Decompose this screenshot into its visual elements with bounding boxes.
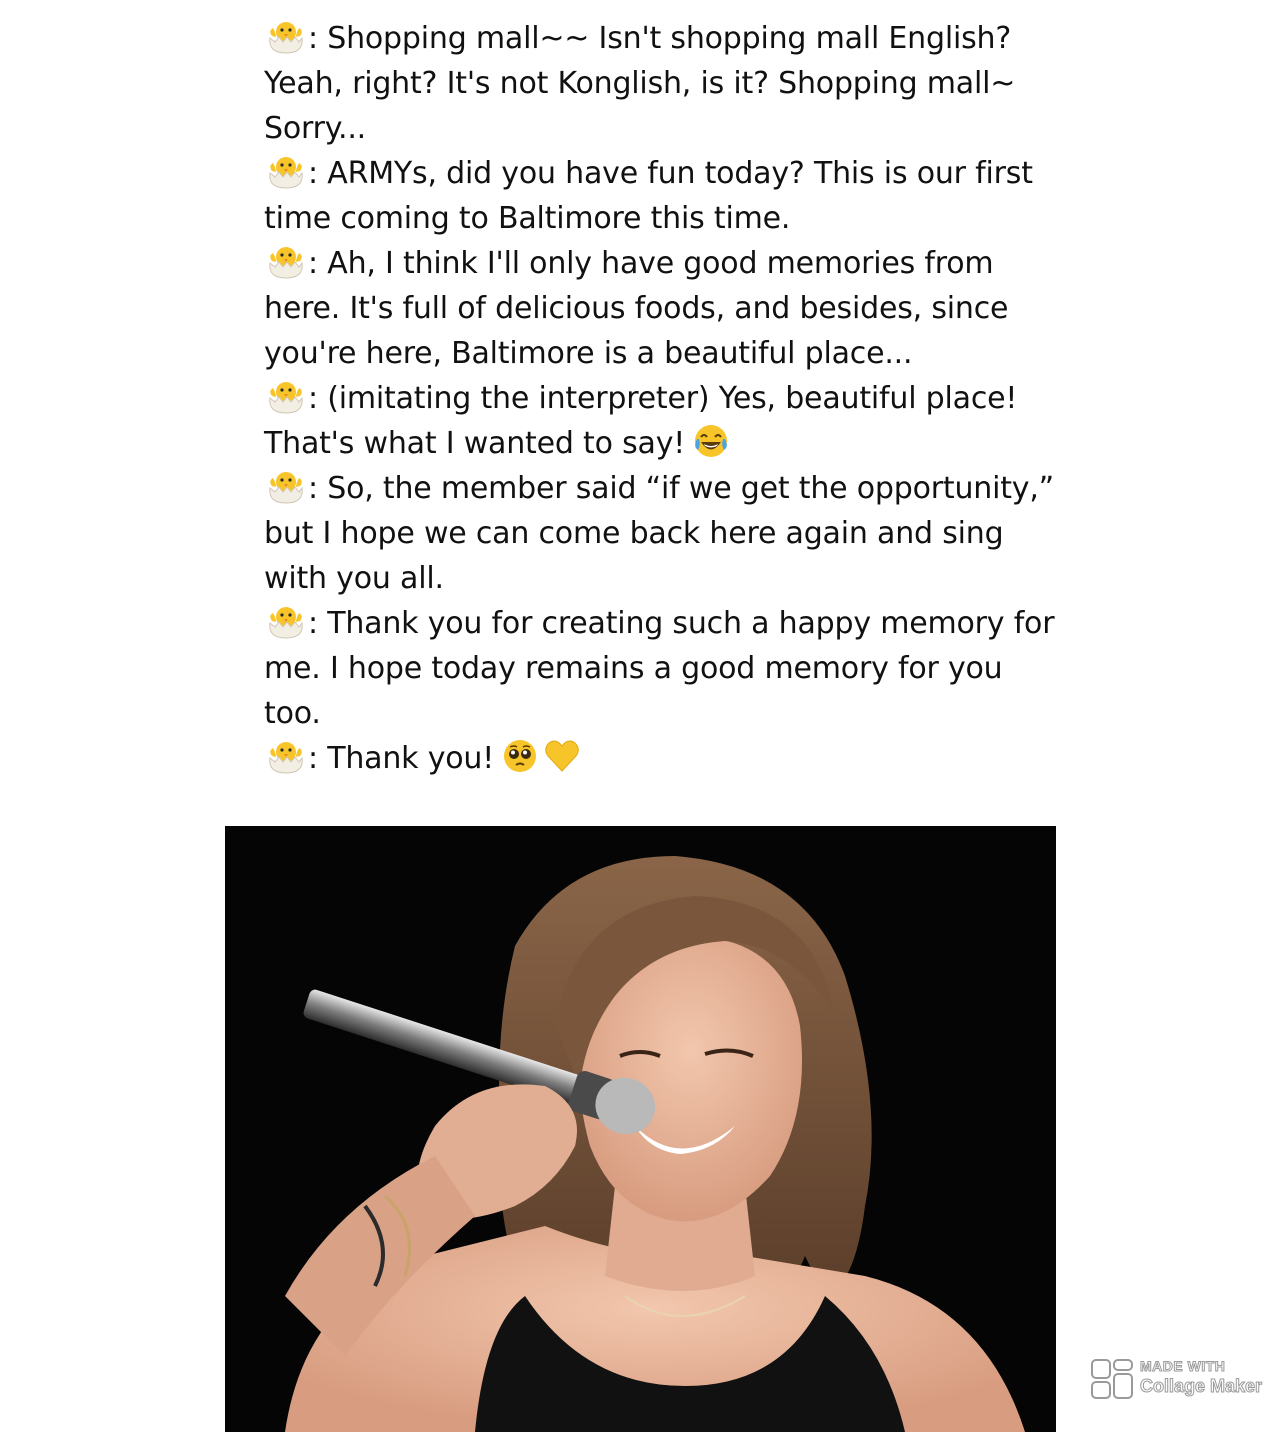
watermark-line2: Collage Maker — [1139, 1376, 1263, 1397]
quote-line: : Ah, I think I'll only have good memori… — [264, 241, 1064, 376]
quote-text: : Shopping mall~~ Isn't shopping mall En… — [264, 21, 1016, 146]
quote-line: : Shopping mall~~ Isn't shopping mall En… — [264, 16, 1064, 151]
hatching-chick-icon — [264, 154, 308, 190]
quote-text: : (imitating the interpreter) Yes, beaut… — [264, 381, 1018, 461]
hatching-chick-icon — [264, 604, 308, 640]
collage-maker-watermark: MADE WITH Collage Maker — [1088, 1356, 1278, 1404]
quote-transcript: : Shopping mall~~ Isn't shopping mall En… — [264, 16, 1064, 781]
pleading-face-icon — [502, 738, 538, 774]
quote-line: : (imitating the interpreter) Yes, beaut… — [264, 376, 1064, 466]
yellow-heart-icon — [544, 738, 580, 774]
quote-line: : Thank you for creating such a happy me… — [264, 601, 1064, 736]
concert-photo — [225, 826, 1056, 1432]
quote-line: : ARMYs, did you have fun today? This is… — [264, 151, 1064, 241]
quote-text: : So, the member said “if we get the opp… — [264, 471, 1055, 596]
quote-text: : ARMYs, did you have fun today? This is… — [264, 156, 1033, 236]
quote-line: : So, the member said “if we get the opp… — [264, 466, 1064, 601]
hatching-chick-icon — [264, 19, 308, 55]
quote-text: : Ah, I think I'll only have good memori… — [264, 246, 1009, 371]
hatching-chick-icon — [264, 469, 308, 505]
quote-text: : Thank you for creating such a happy me… — [264, 606, 1055, 731]
collage-maker-logo-icon — [1091, 1359, 1133, 1399]
hatching-chick-icon — [264, 739, 308, 775]
watermark-line1: MADE WITH — [1139, 1358, 1226, 1375]
tears-of-joy-icon — [693, 423, 729, 459]
quote-line: : Thank you! — [264, 736, 1064, 781]
hatching-chick-icon — [264, 379, 308, 415]
quote-text: : Thank you! — [308, 741, 495, 776]
singer-illustration — [225, 826, 1056, 1432]
hatching-chick-icon — [264, 244, 308, 280]
